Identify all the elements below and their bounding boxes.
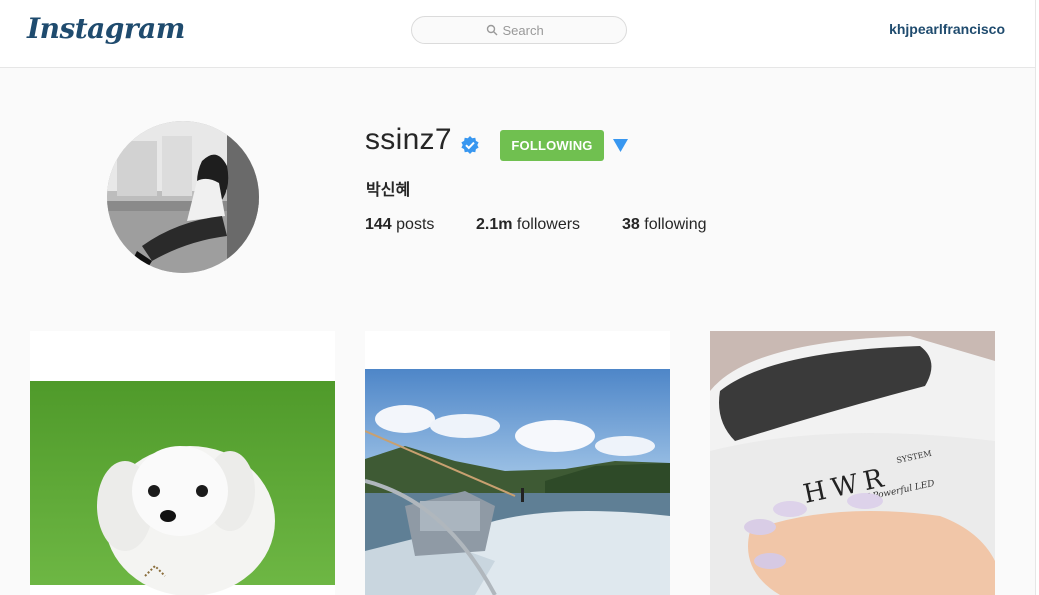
following-stat[interactable]: 38 following bbox=[622, 216, 707, 234]
profile-avatar[interactable] bbox=[107, 121, 259, 273]
posts-count: 144 bbox=[365, 216, 392, 233]
following-count: 38 bbox=[622, 216, 640, 233]
avatar-photo bbox=[107, 121, 259, 273]
followers-stat[interactable]: 2.1m followers bbox=[476, 216, 580, 234]
followers-count: 2.1m bbox=[476, 216, 513, 233]
window-edge bbox=[1035, 0, 1039, 595]
following-button[interactable]: FOLLOWING bbox=[500, 130, 604, 161]
posts-stat: 144 posts bbox=[365, 216, 434, 234]
search-box[interactable] bbox=[411, 16, 627, 44]
top-navigation-bar: Instagram khjpearlfrancisco bbox=[0, 0, 1039, 68]
followers-label: followers bbox=[516, 216, 581, 233]
profile-full-name: 박신혜 bbox=[366, 180, 411, 199]
post-tile[interactable] bbox=[365, 331, 670, 595]
post-tile[interactable]: HWR SYSTEM W Powerful LED bbox=[710, 331, 995, 595]
profile-username: ssinz7 bbox=[365, 123, 452, 156]
search-input[interactable] bbox=[502, 22, 553, 38]
posts-label: posts bbox=[396, 216, 435, 233]
verified-badge-icon bbox=[461, 136, 479, 154]
search-icon bbox=[486, 24, 497, 36]
post-tile[interactable] bbox=[30, 331, 335, 595]
current-user-link[interactable]: khjpearlfrancisco bbox=[889, 21, 1005, 37]
following-label: following bbox=[644, 216, 707, 233]
post-image-dog bbox=[30, 331, 335, 595]
post-image-nail-lamp: HWR SYSTEM W Powerful LED bbox=[710, 331, 995, 595]
chevron-down-icon[interactable] bbox=[613, 139, 628, 152]
post-image-boat bbox=[365, 331, 670, 595]
instagram-logo[interactable]: Instagram bbox=[27, 12, 185, 45]
